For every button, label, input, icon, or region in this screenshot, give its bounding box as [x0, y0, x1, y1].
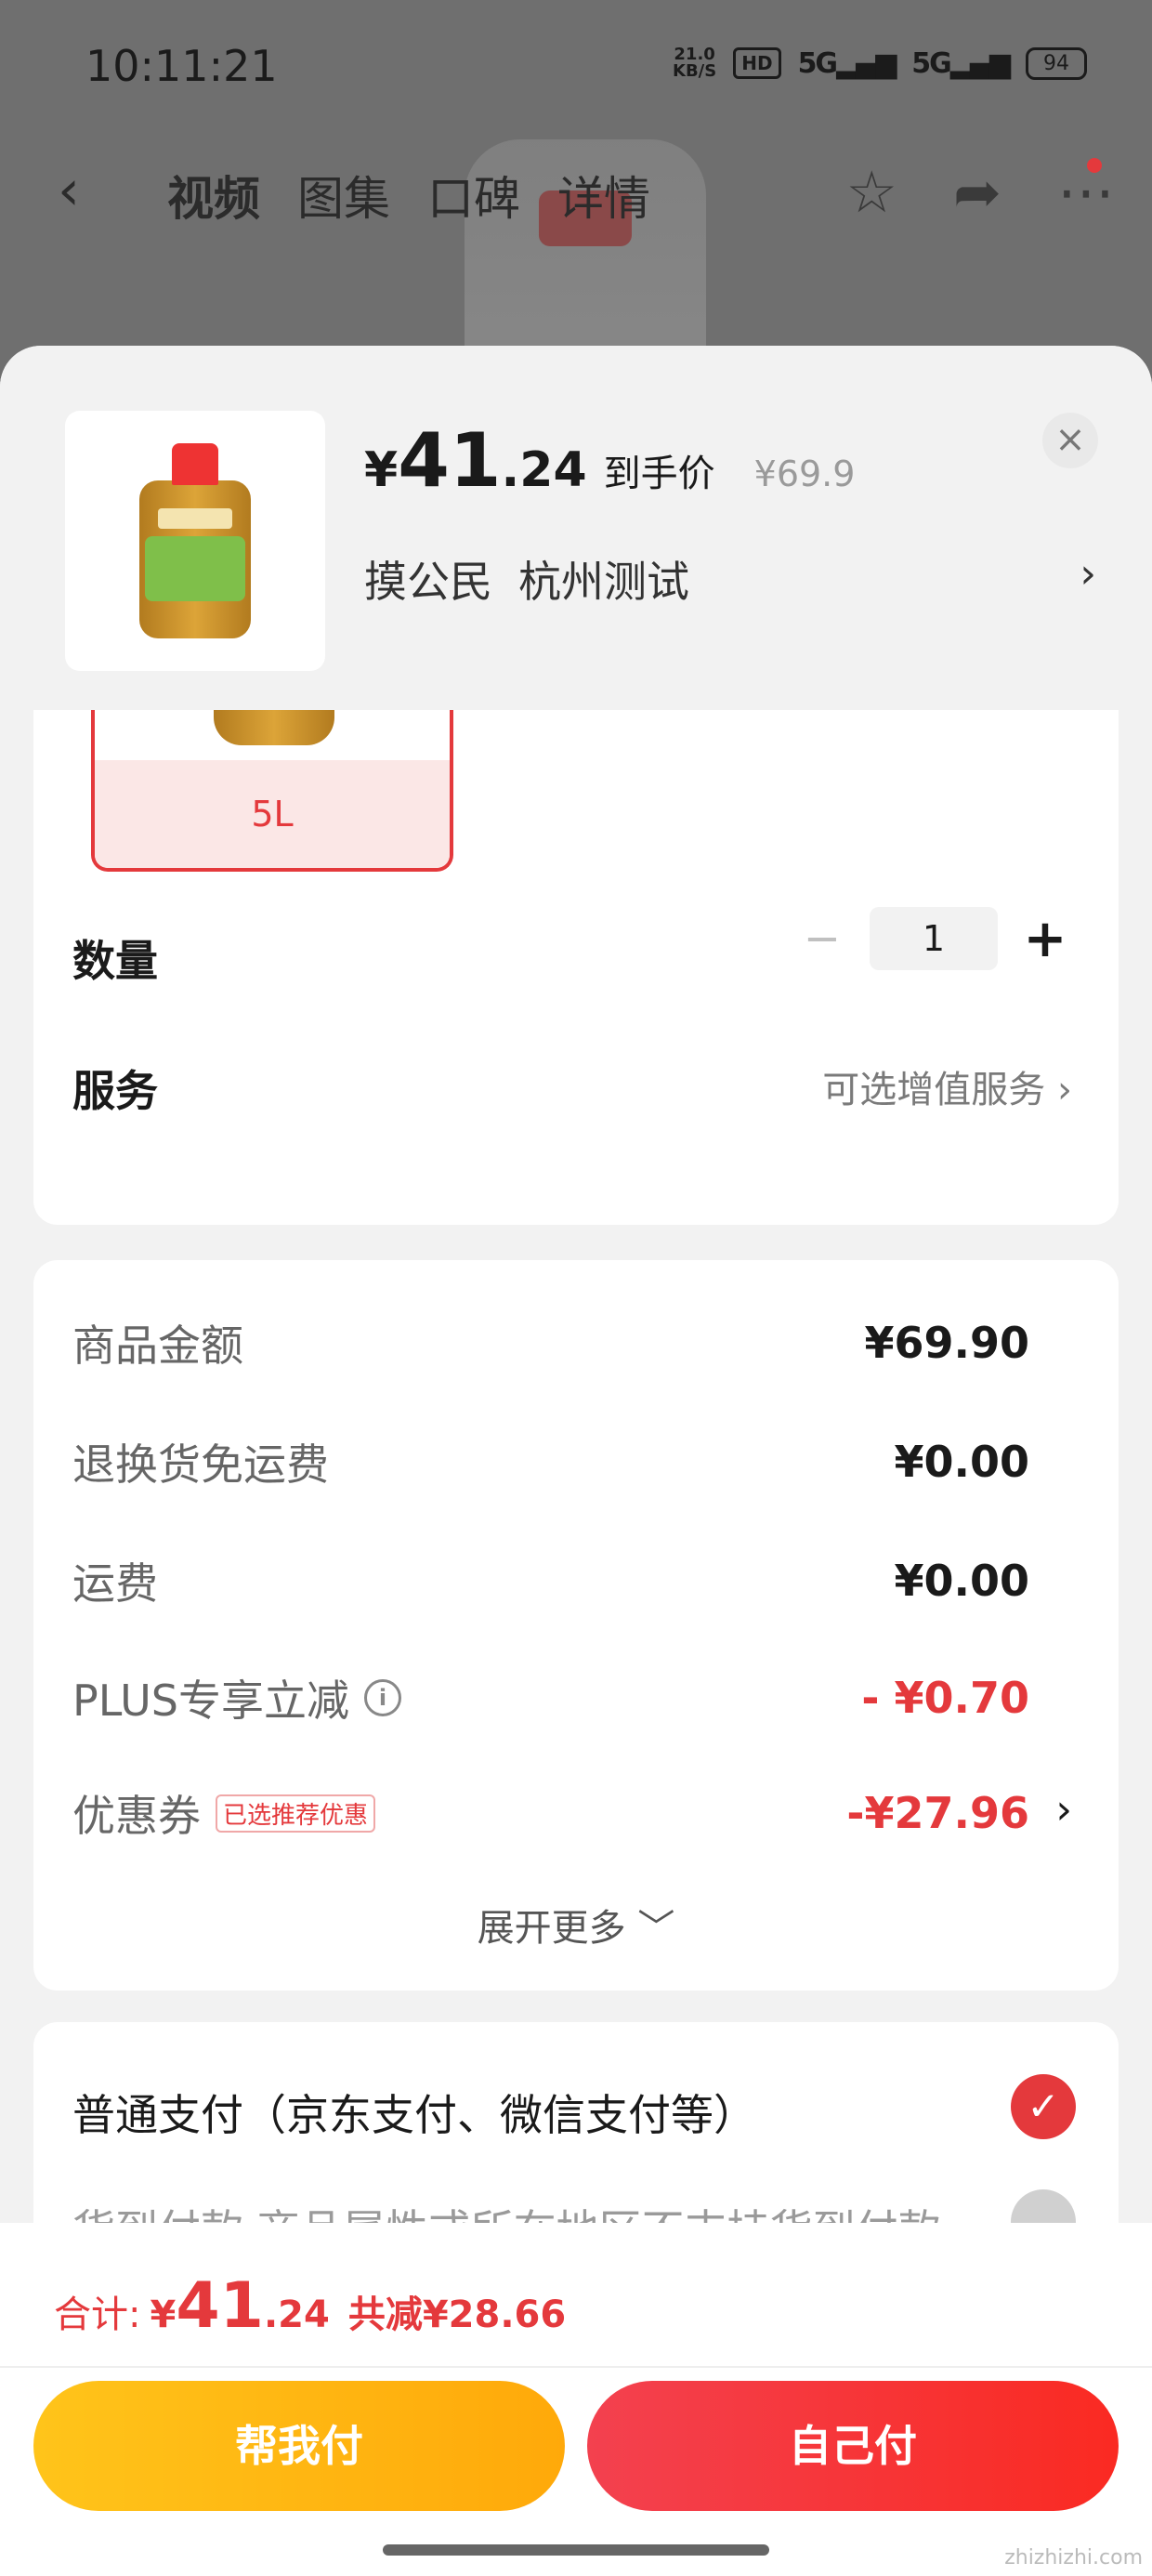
total-saving: 共减¥28.66	[347, 2293, 567, 2336]
notification-dot-icon	[1087, 158, 1102, 173]
status-icons: 21.0 KB/S HD 5G▂▄▆ 5G▂▄▆ 94	[673, 46, 1087, 80]
price-integer: 41	[398, 417, 502, 504]
signal-label: 5G	[797, 46, 838, 80]
back-icon[interactable]: ‹	[58, 158, 80, 223]
service-selector[interactable]: 可选增值服务 ›	[822, 1059, 1072, 1113]
signal-label: 5G	[911, 46, 951, 80]
total-label: 合计:	[54, 2293, 141, 2336]
total-integer: 41	[176, 2269, 264, 2343]
bottle-cap	[172, 443, 218, 485]
product-page-backdrop[interactable]: 10:11:21 21.0 KB/S HD 5G▂▄▆ 5G▂▄▆ 94 ‹ 视…	[0, 0, 1152, 400]
quantity-input[interactable]: 1	[870, 907, 998, 970]
status-time: 10:11:21	[85, 41, 278, 91]
more-icon[interactable]: ⋯	[1057, 158, 1115, 226]
increase-button[interactable]: +	[1013, 909, 1078, 969]
tab-video[interactable]: 视频	[167, 162, 260, 229]
product-thumbnail[interactable]	[65, 411, 325, 671]
price-decimal: .24	[501, 442, 587, 498]
product-bottle-image	[139, 443, 251, 638]
amount-row-plus-discount: PLUS专享立减 i - ¥0.70	[72, 1667, 1029, 1728]
final-price: ¥ 41 .24 到手价 ¥69.9	[364, 417, 856, 504]
expand-more-button[interactable]: 展开更多 ﹀	[33, 1898, 1119, 1952]
payment-option-normal[interactable]: 普通支付（京东支付、微信支付等）	[72, 2082, 756, 2143]
amount-label: PLUS专享立减	[72, 1676, 349, 1726]
service-label: 服务	[72, 1066, 158, 1116]
amount-label-wrap: PLUS专享立减 i	[72, 1667, 401, 1728]
total-summary: 合计: ¥ 41 .24 共减¥28.66	[54, 2269, 566, 2343]
amount-label-wrap: 优惠券 已选推荐优惠	[72, 1782, 376, 1844]
product-tabs: 视频 图集 口碑 详情	[167, 162, 650, 229]
amount-value: ¥0.00	[894, 1437, 1029, 1487]
amount-label: 优惠券	[72, 1791, 201, 1841]
sheet-header: ¥ 41 .24 到手价 ¥69.9 摸公民 杭州测试 › ×	[0, 346, 1152, 710]
net-speed-unit: KB/S	[673, 61, 717, 81]
amount-label: 运费	[72, 1558, 158, 1609]
price-currency: ¥	[364, 442, 399, 498]
tab-reviews[interactable]: 口碑	[427, 162, 520, 229]
quantity-label: 数量	[72, 936, 158, 986]
quantity-stepper: − 1 +	[790, 907, 1078, 970]
status-bar: 10:11:21 21.0 KB/S HD 5G▂▄▆ 5G▂▄▆ 94	[0, 0, 1152, 139]
nav-actions: ☆ ➦ ⋯	[845, 158, 1115, 226]
amount-row-shipping: 运费 ¥0.00	[72, 1550, 1029, 1611]
total-decimal: .24	[263, 2293, 330, 2336]
hd-icon: HD	[733, 47, 781, 79]
info-icon[interactable]: i	[363, 1679, 401, 1716]
address-city: 杭州测试	[518, 557, 689, 607]
amount-value: ¥0.00	[894, 1556, 1029, 1606]
amount-card: 商品金额 ¥69.90 退换货免运费 ¥0.00 运费 ¥0.00 PLUS专享…	[33, 1260, 1119, 1991]
checkout-footer: 合计: ¥ 41 .24 共减¥28.66 帮我付 自己付	[0, 2223, 1152, 2576]
tab-gallery[interactable]: 图集	[297, 162, 390, 229]
amount-label: 退换货免运费	[72, 1439, 329, 1490]
decrease-button[interactable]: −	[790, 913, 855, 965]
product-top-nav: ‹ 视频 图集 口碑 详情 ☆ ➦ ⋯	[0, 149, 1152, 232]
close-button[interactable]: ×	[1042, 413, 1098, 468]
favorite-star-icon[interactable]: ☆	[845, 158, 897, 226]
delivery-address[interactable]: 摸公民 杭州测试	[364, 548, 689, 610]
tab-details[interactable]: 详情	[557, 162, 650, 229]
net-speed-indicator: 21.0 KB/S	[673, 46, 716, 80]
amount-row-coupon[interactable]: 优惠券 已选推荐优惠 -¥27.96	[72, 1782, 1029, 1844]
service-value: 可选增值服务	[822, 1069, 1046, 1111]
bottle-logo	[158, 508, 232, 529]
amount-value: -¥27.96	[846, 1788, 1029, 1838]
amount-value: ¥69.90	[864, 1318, 1029, 1368]
amount-label: 商品金额	[72, 1321, 243, 1371]
divider	[0, 2366, 1152, 2368]
amount-row-return-shipping: 退换货免运费 ¥0.00	[72, 1431, 1029, 1492]
signal-icon: 5G▂▄▆	[911, 46, 1011, 80]
signal-icon: 5G▂▄▆	[797, 46, 897, 80]
watermark: zhizhizhi.com	[1004, 2546, 1143, 2569]
check-icon[interactable]: ✓	[1011, 2074, 1076, 2139]
amount-value: - ¥0.70	[861, 1673, 1029, 1723]
self-pay-button[interactable]: 自己付	[587, 2381, 1119, 2511]
help-pay-button[interactable]: 帮我付	[33, 2381, 565, 2511]
price-tag: 到手价	[603, 453, 715, 495]
battery-icon: 94	[1026, 46, 1087, 80]
spec-card: 5L 数量 − 1 + 服务 可选增值服务 ›	[33, 652, 1119, 1225]
sku-label: 5L	[95, 760, 450, 868]
share-icon[interactable]: ➦	[953, 158, 1001, 226]
bottle-label	[145, 536, 245, 601]
amount-row-goods: 商品金额 ¥69.90	[72, 1312, 1029, 1373]
total-currency: ¥	[150, 2293, 177, 2336]
chevron-right-icon[interactable]: ›	[1080, 550, 1096, 598]
coupon-badge: 已选推荐优惠	[216, 1794, 376, 1833]
chevron-right-icon: ›	[1057, 1069, 1072, 1111]
original-price: ¥69.9	[753, 453, 856, 494]
address-name: 摸公民	[364, 557, 492, 607]
home-indicator[interactable]	[383, 2544, 769, 2556]
chevron-right-icon[interactable]: ›	[1055, 1786, 1072, 1833]
